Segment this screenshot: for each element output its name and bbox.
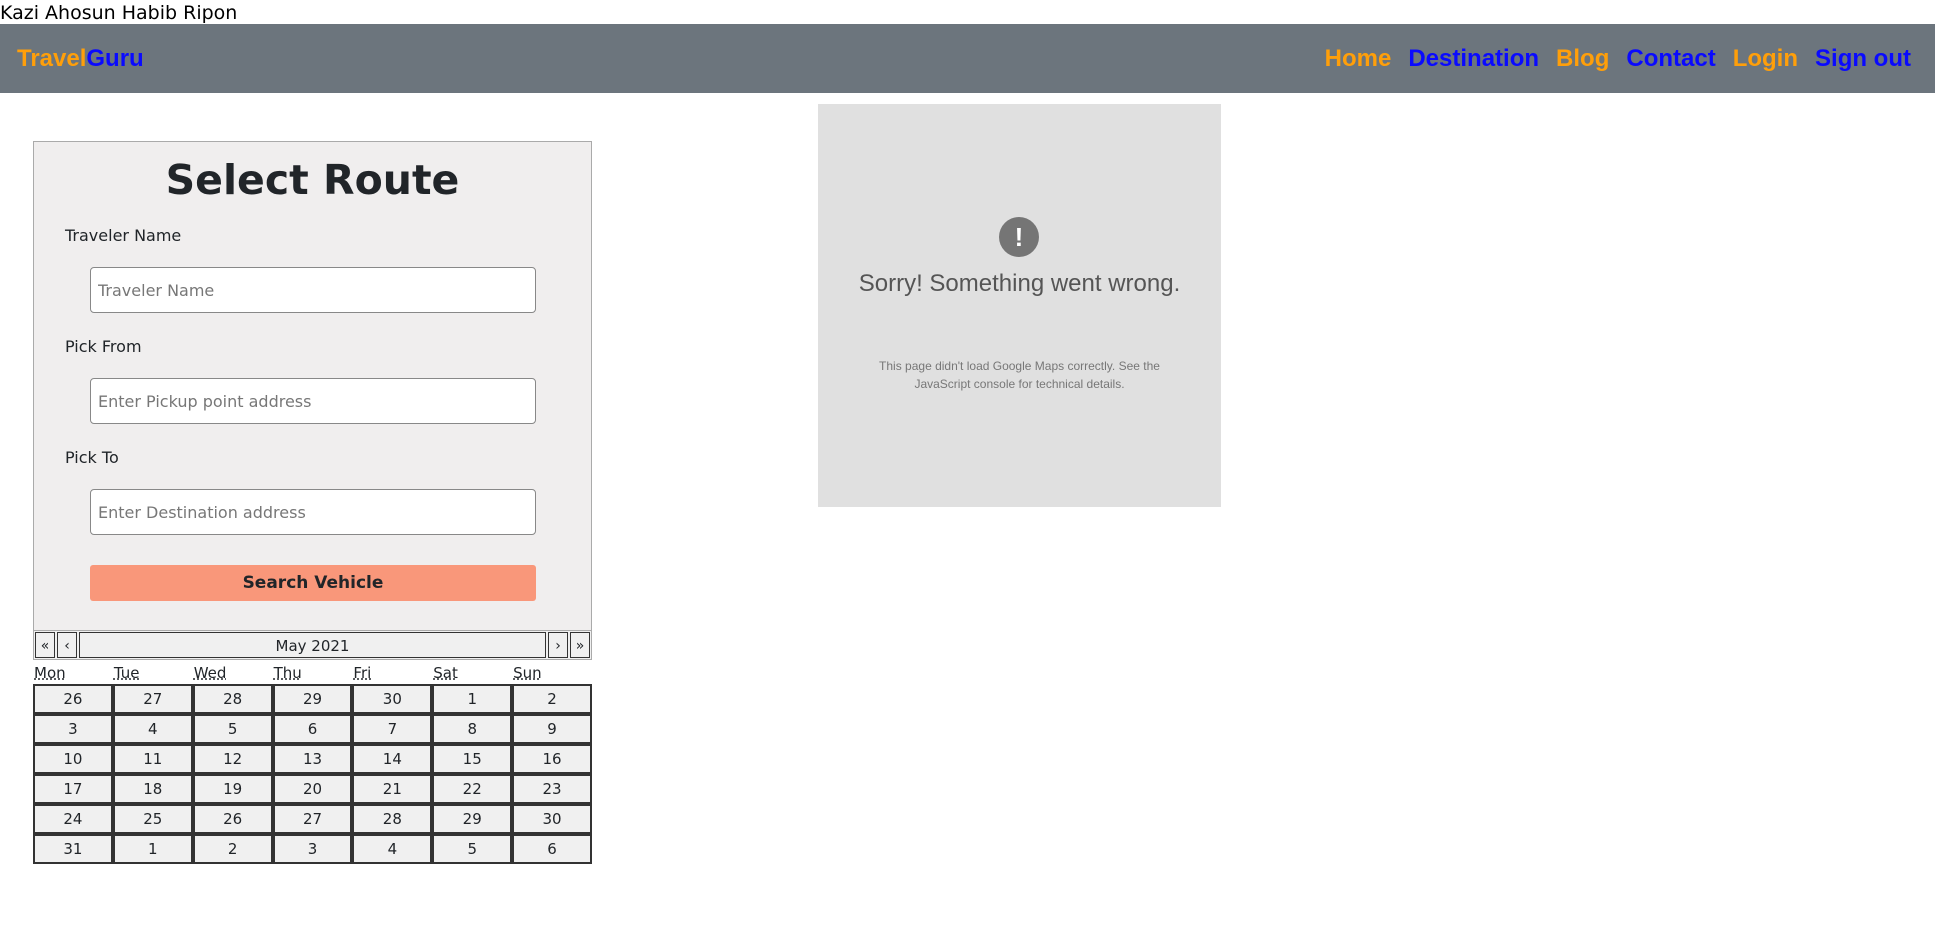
calendar-day[interactable]: 8 [432, 714, 513, 744]
traveler-name-input[interactable] [90, 267, 536, 313]
calendar: « ‹ May 2021 › » Mon Tue Wed Thu Fri Sat… [33, 630, 592, 864]
calendar-day[interactable]: 13 [272, 744, 353, 774]
calendar-day[interactable]: 28 [352, 804, 433, 834]
calendar-day[interactable]: 23 [512, 774, 592, 804]
calendar-days-grid: 26 27 28 29 30 1 2 3 4 5 6 7 8 9 10 11 12 13 14 15 16 17 18 19 2… [33, 684, 592, 864]
nav-home-link[interactable]: Home [1325, 45, 1392, 73]
prev-month-button[interactable]: ‹ [57, 632, 77, 658]
calendar-day[interactable]: 22 [432, 774, 513, 804]
calendar-day[interactable]: 9 [512, 714, 592, 744]
weekday-header: Mon Tue Wed Thu Fri Sat Sun [33, 660, 592, 684]
search-vehicle-button[interactable]: Search Vehicle [90, 565, 536, 601]
calendar-day[interactable]: 2 [192, 834, 273, 864]
brand-part1: Travel [17, 44, 87, 72]
calendar-day[interactable]: 5 [432, 834, 513, 864]
calendar-day[interactable]: 16 [512, 744, 592, 774]
prev-year-button[interactable]: « [35, 632, 55, 658]
exclamation-icon: ! [999, 217, 1039, 257]
calendar-day[interactable]: 26 [192, 804, 273, 834]
calendar-day[interactable]: 5 [192, 714, 273, 744]
calendar-day[interactable]: 6 [272, 714, 353, 744]
calendar-navigation: « ‹ May 2021 › » [33, 630, 592, 660]
calendar-day[interactable]: 30 [512, 804, 592, 834]
calendar-day[interactable]: 6 [512, 834, 592, 864]
month-label-button[interactable]: May 2021 [79, 632, 546, 658]
calendar-day[interactable]: 20 [272, 774, 353, 804]
brand-logo[interactable]: TravelGuru [17, 45, 144, 73]
map-error-title: Sorry! Something went wrong. [858, 270, 1181, 297]
brand-part2: Guru [86, 44, 144, 72]
weekday-mon: Mon [34, 664, 66, 682]
traveler-name-label: Traveler Name [65, 226, 182, 245]
pick-to-label: Pick To [65, 448, 119, 467]
calendar-day[interactable]: 21 [352, 774, 433, 804]
calendar-day[interactable]: 4 [112, 714, 193, 744]
calendar-day[interactable]: 14 [352, 744, 433, 774]
calendar-day[interactable]: 27 [272, 804, 353, 834]
calendar-day[interactable]: 4 [352, 834, 433, 864]
map-error-message: This page didn't load Google Maps correc… [879, 359, 1160, 391]
nav-contact-link[interactable]: Contact [1626, 45, 1715, 73]
navbar: TravelGuru Home Destination Blog Contact… [0, 24, 1935, 93]
calendar-day[interactable]: 12 [192, 744, 273, 774]
nav-destination-link[interactable]: Destination [1408, 45, 1539, 73]
calendar-day[interactable]: 2 [512, 684, 592, 714]
calendar-day[interactable]: 7 [352, 714, 433, 744]
calendar-day[interactable]: 28 [192, 684, 273, 714]
calendar-day[interactable]: 1 [112, 834, 193, 864]
calendar-day[interactable]: 10 [33, 744, 113, 774]
calendar-day[interactable]: 11 [112, 744, 193, 774]
weekday-fri: Fri [353, 664, 372, 682]
weekday-tue: Tue [113, 664, 140, 682]
nav-links: Home Destination Blog Contact Login Sign… [1325, 45, 1911, 73]
weekday-sat: Sat [433, 664, 458, 682]
pick-from-label: Pick From [65, 337, 142, 356]
pick-to-input[interactable] [90, 489, 536, 535]
route-form-panel: Select Route Traveler Name Pick From Pic… [33, 141, 592, 631]
calendar-day[interactable]: 1 [432, 684, 513, 714]
calendar-day[interactable]: 26 [33, 684, 113, 714]
calendar-day[interactable]: 18 [112, 774, 193, 804]
calendar-day[interactable]: 3 [33, 714, 113, 744]
map-error-panel: ! Sorry! Something went wrong. This page… [818, 104, 1221, 507]
pick-from-input[interactable] [90, 378, 536, 424]
calendar-day[interactable]: 30 [352, 684, 433, 714]
calendar-day[interactable]: 3 [272, 834, 353, 864]
nav-signout-link[interactable]: Sign out [1815, 45, 1911, 73]
nav-login-link[interactable]: Login [1733, 45, 1798, 73]
weekday-thu: Thu [273, 664, 302, 682]
calendar-day[interactable]: 29 [432, 804, 513, 834]
nav-blog-link[interactable]: Blog [1556, 45, 1609, 73]
calendar-day[interactable]: 19 [192, 774, 273, 804]
author-name: Kazi Ahosun Habib Ripon [0, 2, 238, 24]
weekday-sun: Sun [513, 664, 542, 682]
next-year-button[interactable]: » [570, 632, 590, 658]
calendar-day[interactable]: 15 [432, 744, 513, 774]
weekday-wed: Wed [193, 664, 227, 682]
calendar-day[interactable]: 25 [112, 804, 193, 834]
calendar-day[interactable]: 24 [33, 804, 113, 834]
next-month-button[interactable]: › [548, 632, 568, 658]
calendar-day[interactable]: 17 [33, 774, 113, 804]
calendar-day[interactable]: 31 [33, 834, 113, 864]
calendar-day[interactable]: 29 [272, 684, 353, 714]
form-title: Select Route [165, 156, 460, 204]
calendar-day[interactable]: 27 [112, 684, 193, 714]
